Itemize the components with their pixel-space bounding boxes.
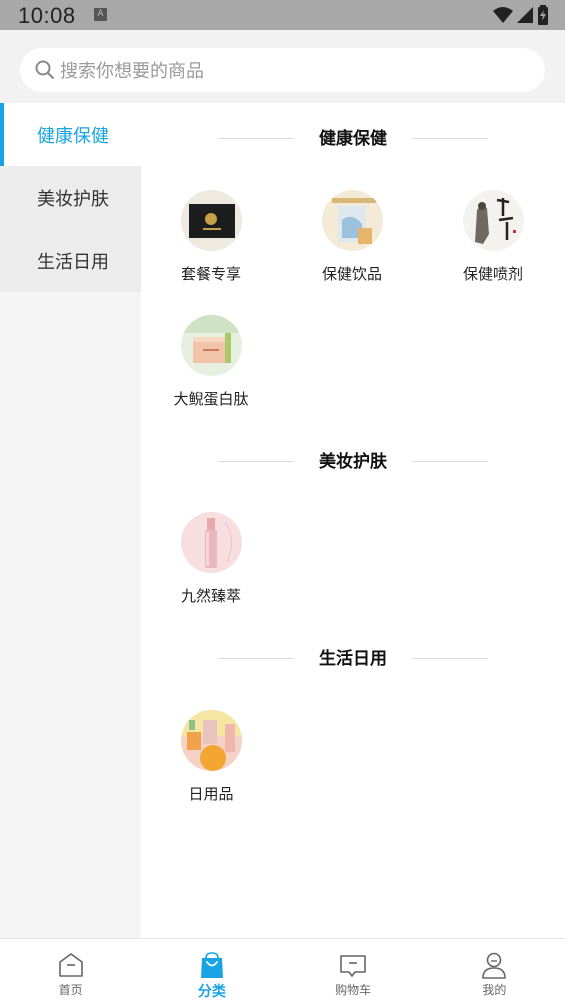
category-item-peptide[interactable]: 大鲵蛋白肽 — [151, 315, 271, 409]
nav-cart[interactable]: 购物车 — [283, 939, 424, 1004]
category-item-label: 保健饮品 — [321, 265, 382, 283]
sidebar-item-health[interactable]: 健康保健 — [0, 103, 141, 166]
search-input[interactable]: 搜索你想要的商品 — [20, 48, 545, 92]
serum-bottle-photo — [180, 512, 242, 573]
battery-icon — [538, 5, 548, 25]
sidebar-item-beauty[interactable]: 美妆护肤 — [0, 166, 141, 229]
nav-label: 购物车 — [335, 983, 372, 997]
notification-icon: A — [94, 8, 107, 21]
category-item-package[interactable]: 套餐专享 — [151, 190, 271, 284]
shopping-bag-icon — [200, 952, 223, 978]
calligraphy-photo — [462, 190, 524, 251]
home-icon — [58, 953, 83, 977]
category-item-label: 大鲵蛋白肽 — [173, 390, 249, 408]
section-title: 健康保健 — [319, 129, 387, 149]
category-item-label: 套餐专享 — [180, 265, 241, 283]
wifi-icon — [493, 7, 513, 23]
divider — [412, 138, 488, 139]
sidebar-item-daily[interactable]: 生活日用 — [0, 229, 141, 292]
divider — [412, 461, 488, 462]
section-header-health: 健康保健 — [141, 125, 565, 153]
drink-box-photo — [321, 190, 383, 251]
nav-profile[interactable]: 我的 — [424, 939, 565, 1004]
sidebar-item-label: 健康保健 — [37, 125, 109, 147]
peptide-box-photo — [180, 315, 242, 376]
section-title: 美妆护肤 — [319, 452, 387, 472]
nav-home[interactable]: 首页 — [0, 939, 141, 1004]
status-bar: 10:08 A — [0, 0, 565, 30]
user-icon — [482, 952, 507, 979]
category-item-label: 日用品 — [188, 785, 234, 803]
category-item-serum[interactable]: 九然臻萃 — [151, 512, 271, 606]
nav-label: 分类 — [197, 984, 226, 1000]
category-item-drink[interactable]: 保健饮品 — [292, 190, 412, 284]
gift-box-photo — [180, 190, 242, 251]
category-item-label: 保健喷剂 — [462, 265, 523, 283]
sidebar-item-label: 美妆护肤 — [37, 188, 109, 210]
nav-label: 首页 — [58, 983, 83, 997]
category-item-daily-goods[interactable]: 日用品 — [151, 710, 271, 804]
cart-message-icon — [340, 955, 366, 977]
category-content: 健康保健 套餐专享 保健饮品 保健喷剂 大鲵蛋白肽 美妆护肤 九然臻萃 生活日用… — [141, 103, 565, 938]
sidebar-item-label: 生活日用 — [37, 251, 109, 273]
category-item-spray[interactable]: 保健喷剂 — [433, 190, 553, 284]
search-icon — [35, 60, 54, 79]
divider — [412, 658, 488, 659]
section-header-beauty: 美妆护肤 — [141, 448, 565, 476]
search-placeholder: 搜索你想要的商品 — [60, 61, 204, 82]
nav-category[interactable]: 分类 — [141, 939, 282, 1004]
status-time: 10:08 — [18, 3, 76, 28]
daily-goods-photo — [180, 710, 242, 771]
section-title: 生活日用 — [319, 649, 387, 669]
system-icons — [493, 5, 549, 25]
category-sidebar: 健康保健 美妆护肤 生活日用 — [0, 103, 141, 938]
nav-label: 我的 — [482, 983, 507, 997]
section-header-daily: 生活日用 — [141, 645, 565, 673]
signal-icon — [517, 7, 533, 23]
search-bar-area: 搜索你想要的商品 — [0, 30, 565, 103]
bottom-navigation: 首页 分类 购物车 我的 — [0, 938, 565, 1004]
category-item-label: 九然臻萃 — [180, 587, 241, 605]
